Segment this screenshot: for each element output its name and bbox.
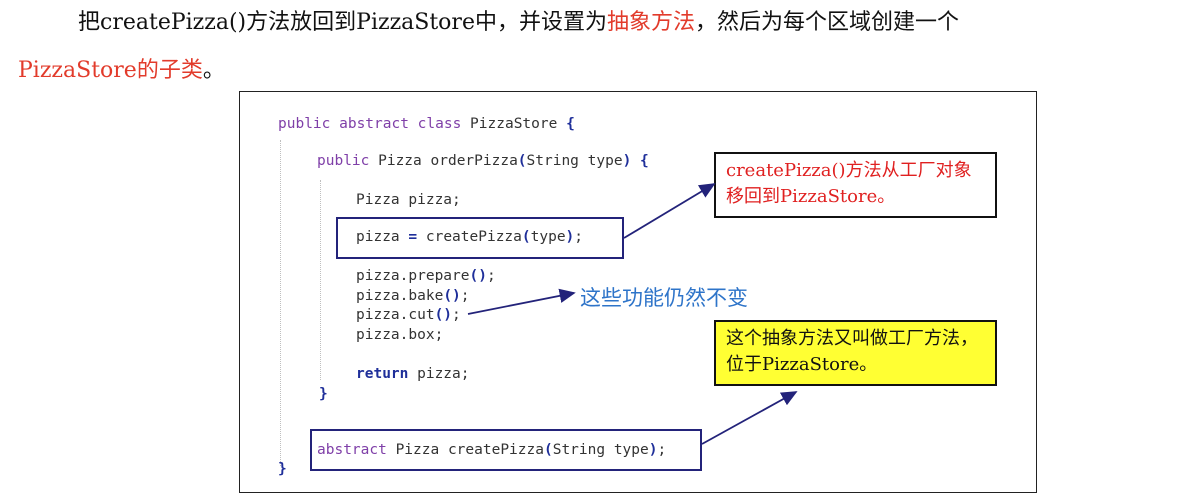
paragraph-line-1: 把createPizza()方法放回到PizzaStore中，并设置为抽象方法，…: [78, 4, 959, 36]
highlight-subclass: PizzaStore的子类: [18, 58, 203, 83]
paragraph-text: 把createPizza()方法放回到PizzaStore中，并设置为: [78, 10, 607, 35]
intro-paragraph: 把createPizza()方法放回到PizzaStore中，并设置为抽象方法，…: [0, 0, 1188, 90]
paragraph-text: 。: [202, 58, 225, 83]
arrow-layer: [467, 183, 798, 445]
arrow-to-note-bottom: [701, 391, 798, 445]
paragraph-line-2: PizzaStore的子类。: [18, 52, 225, 84]
arrow-to-label: [467, 288, 576, 315]
arrow-to-note-top: [623, 183, 716, 239]
highlight-abstract-method: 抽象方法: [606, 10, 695, 35]
code-figure: public abstract class PizzaStore { publi…: [239, 91, 1037, 493]
paragraph-text: ，然后为每个区域创建一个: [694, 10, 959, 35]
